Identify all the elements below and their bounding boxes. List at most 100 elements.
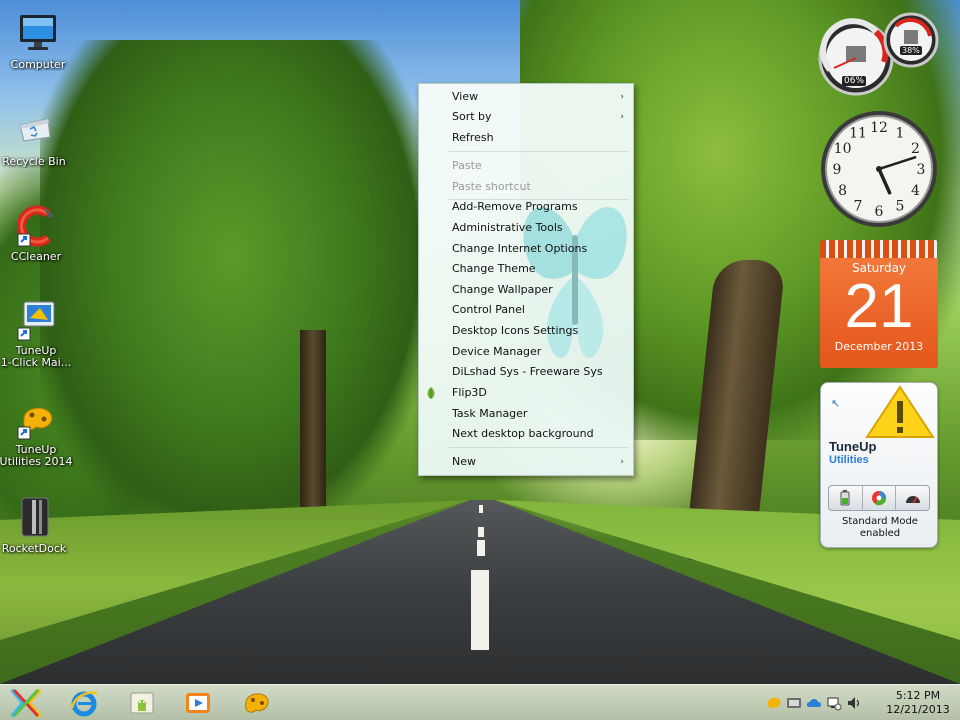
clock-numeral: 6 [875, 204, 884, 220]
clock-numeral: 11 [849, 126, 867, 142]
menu-item-control-panel[interactable]: Control Panel [420, 300, 632, 320]
menu-item-change-internet-options[interactable]: Change Internet Options [420, 239, 632, 259]
clock-numeral: 1 [896, 126, 905, 142]
menu-item-desktop-icons-settings[interactable]: Desktop Icons Settings [420, 321, 632, 341]
turbo-mode-button[interactable] [896, 486, 929, 510]
desktop-icon-label: RocketDock [1, 543, 67, 555]
tuneup-status: Standard Mode enabled [821, 516, 939, 540]
desktop-icon-label-line1: TuneUp [15, 444, 57, 456]
economy-mode-button[interactable] [829, 486, 863, 510]
taskbar-internet-explorer[interactable] [62, 687, 106, 719]
tuneup-mode-switch [828, 485, 930, 511]
desktop-icon-label-line2: Utilities 2014 [0, 456, 73, 468]
recycle-bin-icon [19, 118, 51, 142]
desktop-icon-label: Computer [10, 59, 66, 71]
menu-item-change-theme[interactable]: Change Theme [420, 259, 632, 279]
menu-item-label: Flip3D [452, 386, 487, 399]
taskbar-file-manager[interactable] [120, 687, 164, 719]
menu-item-paste-shortcut: Paste shortcut [420, 177, 632, 197]
taskbar-date: 12/21/2013 [886, 703, 950, 716]
wallpaper-tree [40, 40, 420, 520]
desktop-icon-computer[interactable]: Computer [0, 12, 76, 71]
tuneup-status-line1: Standard Mode [842, 516, 918, 527]
calendar-gadget[interactable]: Saturday 21 December 2013 [820, 240, 938, 368]
network-tray-icon[interactable] [826, 695, 842, 711]
warning-icon [865, 385, 935, 438]
desktop-context-menu: View › Sort by › Refresh Paste Paste sho… [418, 83, 634, 476]
menu-item-label: Change Theme [452, 262, 536, 275]
clock-numeral: 8 [838, 183, 847, 199]
menu-item-refresh[interactable]: Refresh [420, 128, 632, 148]
menu-item-label: Device Manager [452, 345, 542, 358]
submenu-arrow-icon: › [620, 457, 624, 467]
menu-item-flip3d[interactable]: Flip3D [420, 383, 632, 403]
menu-item-device-manager[interactable]: Device Manager [420, 342, 632, 362]
vmware-tray-icon[interactable] [786, 695, 802, 711]
menu-item-label: Task Manager [452, 407, 528, 420]
desktop-icon-ccleaner[interactable]: CCleaner [0, 204, 74, 263]
clock-gadget[interactable]: 12 1 2 3 4 5 6 7 8 9 10 11 [818, 108, 940, 230]
taskbar-clock[interactable]: 5:12 PM 12/21/2013 [878, 689, 958, 717]
taskbar: 5:12 PM 12/21/2013 [0, 684, 960, 720]
tuneup-tray-icon[interactable] [766, 695, 782, 711]
submenu-arrow-icon: › [620, 112, 624, 122]
clock-numeral: 12 [870, 120, 888, 136]
onedrive-tray-icon[interactable] [806, 695, 822, 711]
taskbar-tuneup[interactable] [234, 687, 278, 719]
menu-item-task-manager[interactable]: Task Manager [420, 404, 632, 424]
leaf-icon [427, 387, 435, 399]
tuneup-gadget[interactable]: ↖ TuneUp Utilities Standard Mode enabled [820, 382, 938, 548]
desktop-icon-label: CCleaner [10, 251, 62, 263]
menu-item-label: Paste shortcut [452, 180, 531, 193]
desktop-icon-rocketdock[interactable]: RocketDock [0, 496, 72, 555]
ccleaner-icon [16, 205, 54, 247]
standard-mode-button[interactable] [863, 486, 897, 510]
tuneup-subtitle: Utilities [829, 454, 869, 466]
desktop-icon-tuneup-utilities[interactable]: TuneUp Utilities 2014 [0, 397, 74, 468]
menu-separator [449, 151, 629, 152]
tuneup-taskbar-icon [245, 693, 269, 713]
battery-icon [840, 490, 850, 506]
menu-item-label: Administrative Tools [452, 221, 563, 234]
clock-numeral: 5 [896, 198, 905, 214]
volume-tray-icon[interactable] [846, 695, 862, 711]
menu-item-view[interactable]: View › [420, 87, 632, 107]
standard-mode-icon [872, 491, 887, 506]
submenu-arrow-icon: › [620, 92, 624, 102]
desktop-icon-recycle-bin[interactable]: Recycle Bin [0, 109, 72, 168]
start-icon [11, 689, 41, 717]
desktop-icon-tuneup-1click[interactable]: TuneUp 1-Click Mai... [0, 298, 74, 369]
menu-item-change-wallpaper[interactable]: Change Wallpaper [420, 280, 632, 300]
menu-item-label: Paste [452, 159, 482, 172]
start-button[interactable] [4, 687, 48, 719]
menu-item-label: DiLshad Sys - Freeware Sys [452, 365, 603, 378]
calendar-page: Saturday 21 December 2013 [820, 258, 938, 368]
menu-item-label: View [452, 90, 479, 103]
tuneup-1click-icon [17, 301, 55, 341]
taskbar-media-player[interactable] [176, 687, 220, 719]
internet-explorer-icon [70, 691, 98, 717]
menu-item-label: Control Panel [452, 303, 525, 316]
wallpaper-tree-trunk [300, 330, 326, 530]
tuneup-status-line2: enabled [859, 528, 901, 539]
calendar-day-number: 21 [844, 272, 914, 341]
menu-item-new[interactable]: New › [420, 452, 632, 472]
road-marking [478, 527, 484, 537]
menu-item-add-remove-programs[interactable]: Add-Remove Programs [420, 197, 632, 217]
menu-item-sort-by[interactable]: Sort by › [420, 107, 632, 127]
menu-item-dilshad-sys[interactable]: DiLshad Sys - Freeware Sys [420, 362, 632, 382]
menu-item-label: Sort by [452, 110, 492, 123]
tuneup-title: TuneUp [829, 439, 877, 454]
menu-item-next-desktop-background[interactable]: Next desktop background [420, 424, 632, 444]
tuneup-utilities-icon [17, 407, 53, 440]
system-tray [764, 685, 864, 720]
refresh-icon[interactable]: ↖ [831, 397, 840, 410]
clock-numeral: 4 [911, 183, 920, 199]
menu-item-administrative-tools[interactable]: Administrative Tools [420, 218, 632, 238]
menu-item-label: New [452, 455, 476, 468]
clock-face: 12 12 3 45678 9 1011 [821, 111, 937, 227]
menu-item-label: Desktop Icons Settings [452, 324, 579, 337]
menu-item-label: Change Wallpaper [452, 283, 553, 296]
cpu-meter-gadget[interactable]: 06% 38% [818, 10, 940, 96]
menu-separator [449, 447, 629, 448]
